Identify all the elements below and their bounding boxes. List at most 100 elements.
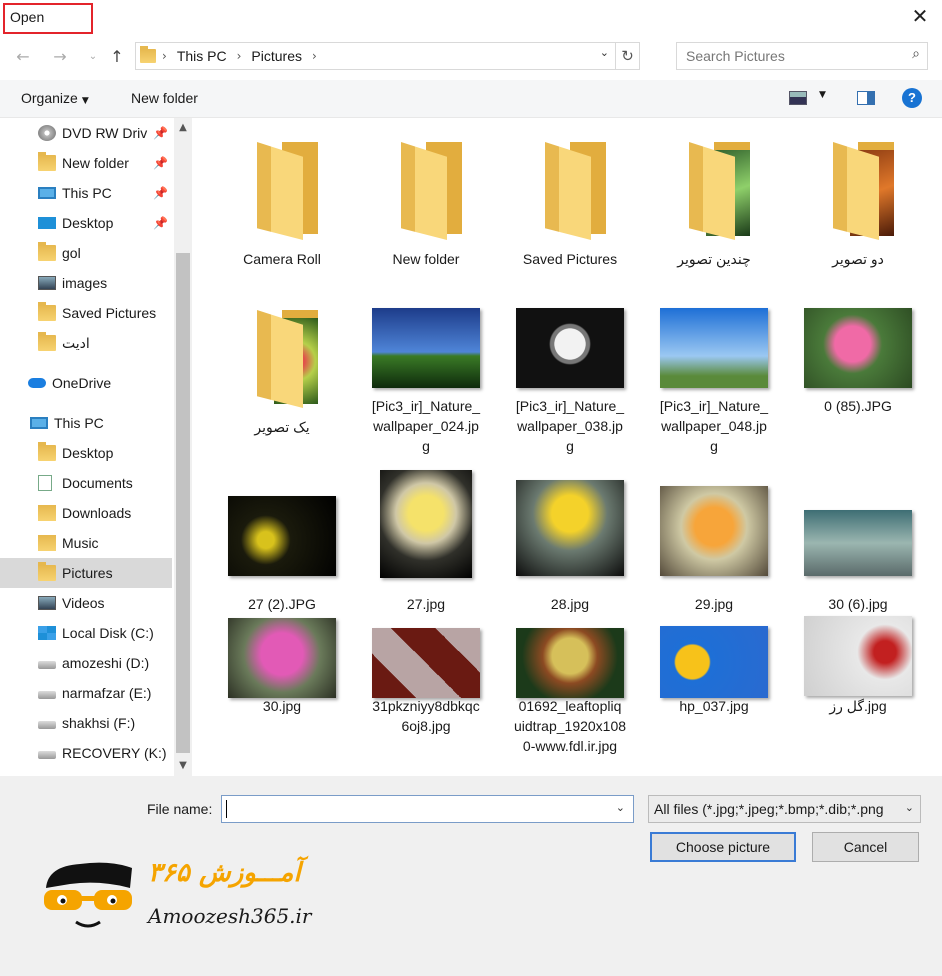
up-arrow-icon[interactable]: ↑ bbox=[106, 46, 128, 68]
cancel-button[interactable]: Cancel bbox=[812, 832, 919, 862]
image-file-item[interactable]: [Pic3_ir]_Nature_ wallpaper_024.jp g bbox=[354, 286, 498, 454]
image-file-item[interactable]: 28.jpg bbox=[498, 466, 642, 626]
sidebar-item-label: OneDrive bbox=[52, 375, 112, 391]
pin-icon[interactable]: 📌 bbox=[153, 186, 168, 200]
sidebar-item[interactable]: This PC bbox=[0, 408, 172, 438]
folder-icon bbox=[38, 302, 56, 321]
image-file-item[interactable]: hp_037.jpg bbox=[642, 608, 786, 768]
image-file-item[interactable]: گل رز.jpg bbox=[786, 608, 930, 768]
sidebar-item[interactable]: Desktop bbox=[0, 438, 172, 468]
image-file-item[interactable]: 0 (85).JPG bbox=[786, 286, 930, 446]
new-folder-button[interactable]: New folder bbox=[131, 90, 198, 106]
image-file-item[interactable]: 30.jpg bbox=[210, 608, 354, 768]
file-list: Camera Roll New folder Saved Pictures چندین… bbox=[196, 118, 942, 776]
image-file-item[interactable]: 30 (6).jpg bbox=[786, 466, 930, 626]
search-icon[interactable]: ⌕ bbox=[912, 46, 920, 62]
image-file-item[interactable]: 31pkzniyy8dbkqc 6oj8.jpg bbox=[354, 608, 498, 768]
image-thumbnail bbox=[804, 510, 912, 576]
file-name-label: File name: bbox=[147, 801, 213, 817]
forward-arrow-icon[interactable]: → bbox=[49, 46, 71, 68]
scroll-up-icon[interactable]: ▲ bbox=[174, 118, 192, 138]
image-file-item[interactable]: 01692_leaftopliq uidtrap_1920x108 0-www.fd… bbox=[498, 608, 642, 768]
folder-item[interactable]: Saved Pictures bbox=[498, 118, 642, 278]
sidebar-item[interactable]: Videos bbox=[0, 588, 172, 618]
choose-picture-button[interactable]: Choose picture bbox=[650, 832, 796, 862]
watermark-url-text: Amoozesh365.ir bbox=[148, 904, 312, 928]
organize-button[interactable]: Organize ▼ bbox=[21, 90, 89, 106]
file-name-line: 01692_leaftopliq bbox=[518, 698, 622, 714]
file-name-line: g bbox=[566, 438, 574, 454]
sidebar-item[interactable]: Saved Pictures bbox=[0, 298, 172, 328]
navigation-scrollbar[interactable]: ▲ ▼ bbox=[174, 118, 192, 776]
folder-item[interactable]: یک تصویر bbox=[210, 286, 354, 446]
sidebar-item-label: Downloads bbox=[62, 505, 132, 521]
file-name-input[interactable]: ⌄ bbox=[221, 795, 634, 823]
sidebar-item[interactable]: Music bbox=[0, 528, 172, 558]
breadcrumb-separator-icon[interactable]: › bbox=[162, 49, 167, 63]
sidebar-item[interactable]: Pictures bbox=[0, 558, 172, 588]
image-file-item[interactable]: [Pic3_ir]_Nature_ wallpaper_048.jp g bbox=[642, 286, 786, 454]
breadcrumb-separator-icon[interactable]: › bbox=[312, 49, 317, 63]
help-icon[interactable]: ? bbox=[902, 88, 922, 108]
sidebar-item-label: This PC bbox=[54, 415, 104, 431]
sidebar-item[interactable]: Local Disk (C:) bbox=[0, 618, 172, 648]
sidebar-item[interactable]: Desktop 📌 bbox=[0, 208, 172, 238]
drive-icon bbox=[38, 721, 56, 729]
scroll-thumb[interactable] bbox=[176, 253, 190, 753]
breadcrumb-separator-icon[interactable]: › bbox=[237, 49, 242, 63]
image-file-item[interactable]: 27 (2).JPG bbox=[210, 466, 354, 626]
folder-item[interactable]: دو تصویر bbox=[786, 118, 930, 278]
file-name-line: g bbox=[422, 438, 430, 454]
sidebar-item[interactable]: shakhsi (F:) bbox=[0, 708, 172, 738]
folder-item[interactable]: چندین تصویر bbox=[642, 118, 786, 278]
refresh-icon[interactable]: ↻ bbox=[615, 43, 639, 69]
sidebar-item[interactable]: gol bbox=[0, 238, 172, 268]
sidebar-item[interactable]: New folder 📌 bbox=[0, 148, 172, 178]
close-icon[interactable]: ✕ bbox=[908, 4, 932, 28]
sidebar-item[interactable]: Downloads bbox=[0, 498, 172, 528]
sidebar-item-label: Videos bbox=[62, 595, 105, 611]
computer-icon bbox=[30, 417, 48, 429]
sidebar-item[interactable]: Documents bbox=[0, 468, 172, 498]
sidebar-item[interactable]: RECOVERY (K:) bbox=[0, 738, 172, 768]
scroll-down-icon[interactable]: ▼ bbox=[174, 756, 192, 776]
change-view-icon[interactable] bbox=[789, 91, 807, 105]
file-name-dropdown-icon[interactable]: ⌄ bbox=[616, 801, 625, 814]
pin-icon[interactable]: 📌 bbox=[153, 156, 168, 170]
sidebar-item[interactable]: DVD RW Driv 📌 bbox=[0, 118, 172, 148]
back-arrow-icon[interactable]: ← bbox=[12, 46, 34, 68]
file-name-line: wallpaper_048.jp bbox=[661, 418, 767, 434]
image-thumbnail bbox=[516, 628, 624, 698]
file-name: چندین تصویر bbox=[677, 251, 751, 267]
preview-pane-icon[interactable] bbox=[857, 91, 875, 105]
file-name: Saved Pictures bbox=[522, 251, 618, 267]
sidebar-item[interactable]: images bbox=[0, 268, 172, 298]
sidebar-item[interactable]: amozeshi (D:) bbox=[0, 648, 172, 678]
folder-item[interactable]: New folder bbox=[354, 118, 498, 278]
image-file-item[interactable]: 29.jpg bbox=[642, 466, 786, 626]
address-dropdown-icon[interactable]: ⌄ bbox=[600, 46, 609, 59]
downloads-icon bbox=[38, 505, 56, 521]
music-icon bbox=[38, 535, 56, 551]
image-file-item[interactable]: [Pic3_ir]_Nature_ wallpaper_038.jp g bbox=[498, 286, 642, 454]
breadcrumb-pictures[interactable]: Pictures bbox=[251, 48, 302, 64]
address-bar[interactable]: › This PC › Pictures › ⌄ ↻ bbox=[135, 42, 640, 70]
pin-icon[interactable]: 📌 bbox=[153, 216, 168, 230]
file-name-line: 31pkzniyy8dbkqc bbox=[372, 698, 480, 714]
sidebar-item[interactable]: This PC 📌 bbox=[0, 178, 172, 208]
breadcrumb-this-pc[interactable]: This PC bbox=[177, 48, 227, 64]
title-bar: Open ✕ bbox=[0, 0, 942, 36]
folder-icon bbox=[545, 142, 591, 240]
image-thumbnail bbox=[804, 616, 912, 696]
folder-icon bbox=[38, 242, 56, 261]
view-options-chevron-icon[interactable]: ▼ bbox=[819, 90, 826, 100]
pin-icon[interactable]: 📌 bbox=[153, 126, 168, 140]
sidebar-item[interactable]: narmafzar (E:) bbox=[0, 678, 172, 708]
file-type-select[interactable]: All files (*.jpg;*.jpeg;*.bmp;*.dib;*.pn… bbox=[648, 795, 921, 823]
image-file-item[interactable]: 27.jpg bbox=[354, 466, 498, 626]
sidebar-item[interactable]: ادیت bbox=[0, 328, 172, 358]
sidebar-item[interactable]: OneDrive bbox=[0, 368, 172, 398]
folder-item[interactable]: Camera Roll bbox=[210, 118, 354, 278]
recent-locations-chevron-icon[interactable]: ⌄ bbox=[82, 46, 104, 68]
address-row: ← → ⌄ ↑ › This PC › Pictures › ⌄ ↻ Searc… bbox=[0, 38, 942, 74]
